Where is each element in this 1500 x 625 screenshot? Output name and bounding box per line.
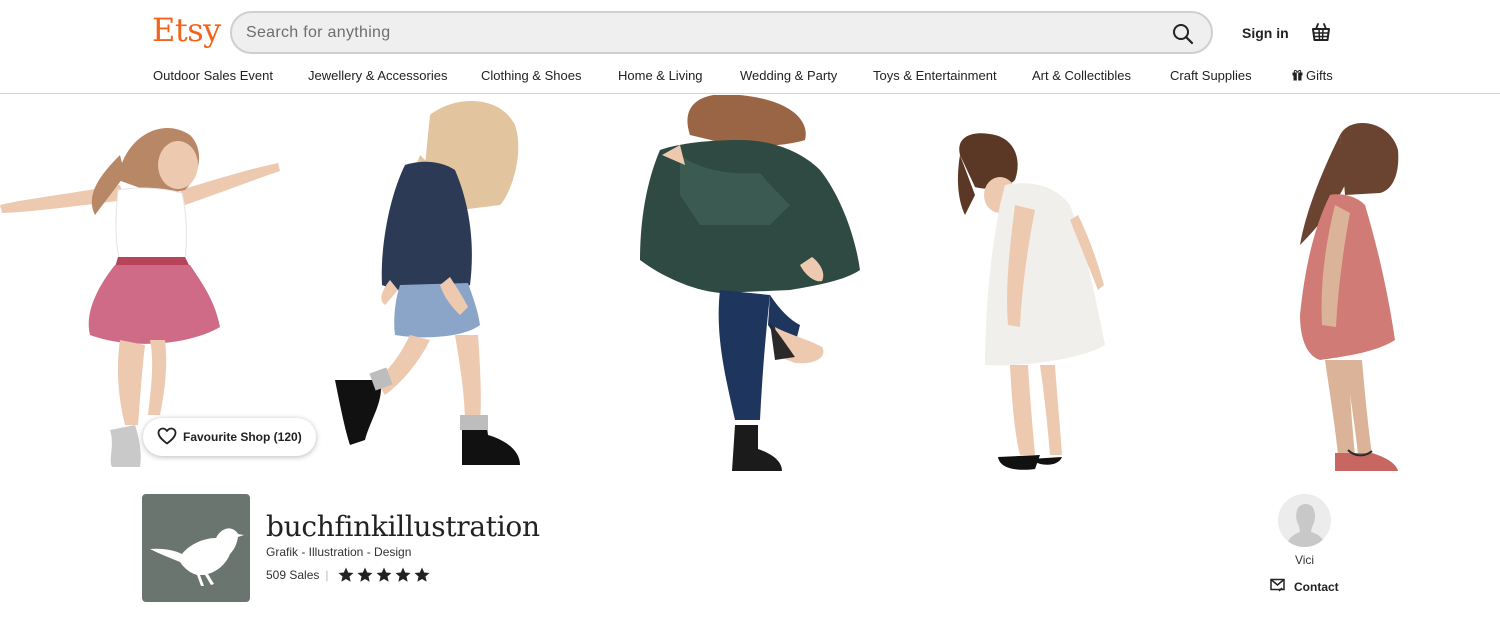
- nav-item-wedding-party[interactable]: Wedding & Party: [740, 68, 837, 83]
- star-icon: [376, 567, 391, 582]
- cart-icon[interactable]: [1309, 20, 1333, 44]
- girl-figure-pink-skirt: [0, 127, 280, 467]
- girl-figure-white-dress: [957, 133, 1105, 470]
- etsy-logo[interactable]: Etsy: [152, 11, 221, 49]
- sign-in-link[interactable]: Sign in: [1242, 25, 1289, 41]
- star-icon: [338, 567, 353, 582]
- shop-tagline: Grafik - Illustration - Design: [266, 545, 412, 559]
- search-input[interactable]: [246, 21, 1146, 45]
- star-icon: [357, 567, 372, 582]
- sales-count: 509 Sales: [266, 568, 320, 582]
- girl-figure-pink-dress: [1300, 123, 1399, 471]
- nav-item-gifts[interactable]: Gifts: [1292, 68, 1333, 84]
- owner-avatar[interactable]: [1278, 494, 1331, 547]
- category-nav: Outdoor Sales Event Jewellery & Accessor…: [0, 66, 1500, 86]
- girl-figure-navy-cardigan: [335, 101, 520, 465]
- star-icon: [414, 567, 429, 582]
- gift-icon: [1292, 69, 1303, 84]
- shop-logo[interactable]: [142, 494, 250, 602]
- bird-logo-icon: [150, 528, 244, 586]
- favourite-shop-button[interactable]: Favourite Shop (120): [143, 418, 316, 456]
- rating-stars[interactable]: [337, 566, 431, 584]
- shop-banner: [0, 95, 1500, 473]
- nav-item-gifts-label: Gifts: [1306, 68, 1333, 83]
- shop-meta: 509 Sales |: [266, 566, 431, 584]
- favourite-shop-label: Favourite Shop (120): [183, 430, 302, 444]
- owner-name[interactable]: Vici: [1278, 553, 1331, 567]
- banner-illustration: [0, 95, 1399, 471]
- nav-item-home-living[interactable]: Home & Living: [618, 68, 703, 83]
- search-icon[interactable]: [1171, 22, 1195, 46]
- contact-label: Contact: [1294, 579, 1339, 594]
- nav-item-craft-supplies[interactable]: Craft Supplies: [1170, 68, 1252, 83]
- shop-name: buchfinkillustration: [266, 510, 540, 543]
- mail-icon: [1270, 578, 1286, 595]
- meta-divider: |: [325, 568, 329, 582]
- nav-item-art-collectibles[interactable]: Art & Collectibles: [1032, 68, 1131, 83]
- site-header: Etsy Sign in Outdoor Sales Event Jewelle…: [0, 0, 1500, 94]
- nav-item-jewellery-accessories[interactable]: Jewellery & Accessories: [308, 68, 447, 83]
- girl-figure-green-parka: [640, 95, 860, 471]
- nav-item-clothing-shoes[interactable]: Clothing & Shoes: [481, 68, 581, 83]
- heart-icon: [157, 427, 177, 448]
- nav-item-toys-entertainment[interactable]: Toys & Entertainment: [873, 68, 997, 83]
- star-icon: [395, 567, 410, 582]
- nav-item-outdoor-sales-event[interactable]: Outdoor Sales Event: [153, 68, 273, 83]
- default-avatar-icon: [1278, 494, 1331, 547]
- contact-button[interactable]: Contact: [1270, 578, 1339, 595]
- search-bar: [230, 11, 1213, 54]
